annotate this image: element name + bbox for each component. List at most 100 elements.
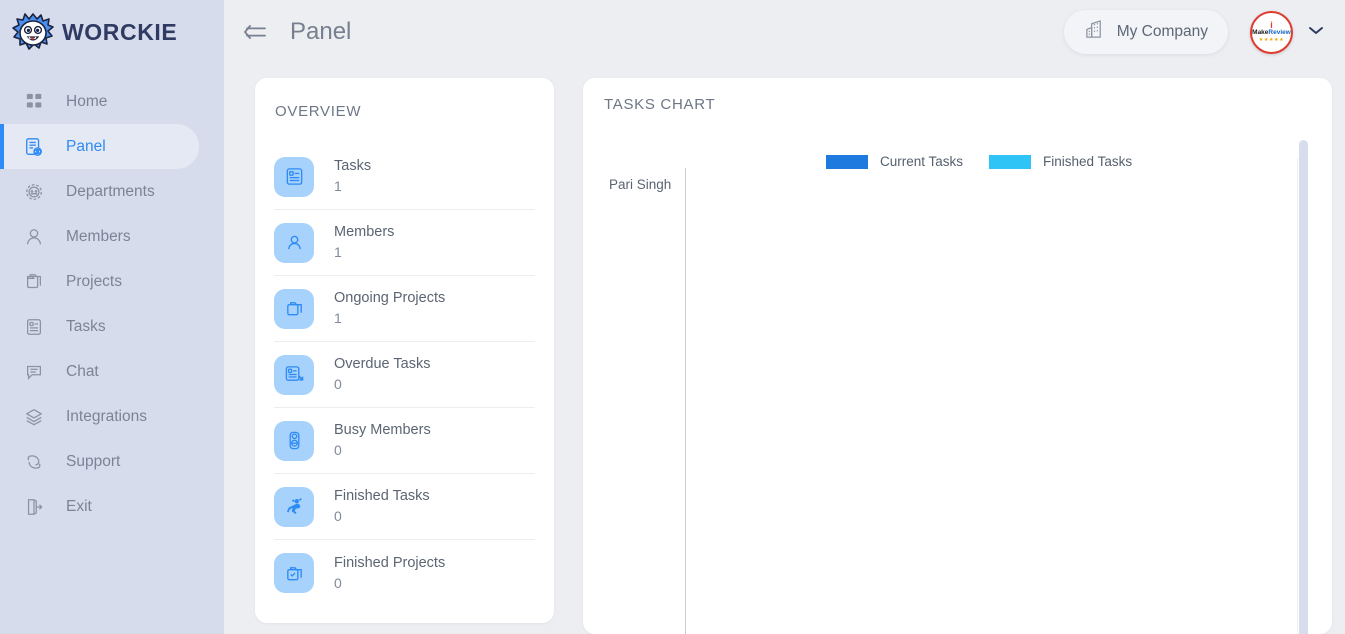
list-item-value: 0: [334, 508, 342, 524]
chart-category-label: Pari Singh: [609, 177, 672, 192]
person-icon: [20, 223, 48, 251]
list-item-label: Finished Projects: [334, 554, 446, 571]
chart-scroll-track: [1297, 158, 1298, 634]
list-item[interactable]: Finished Tasks 0: [274, 474, 535, 540]
back-arrow-icon[interactable]: [238, 17, 272, 47]
list-item-value: 0: [334, 574, 342, 591]
company-label: My Company: [1116, 23, 1208, 40]
page-title: Panel: [290, 18, 352, 45]
list-item-label: Busy Members: [334, 422, 431, 438]
legend-swatch: [826, 154, 868, 169]
sidebar-item-projects[interactable]: Projects: [0, 259, 224, 304]
list-item-label: Finished Tasks: [334, 488, 430, 504]
list-item-text: Busy Members 0: [334, 421, 431, 460]
list-item-value: 0: [334, 442, 342, 458]
header: Panel My Company i MakeReview ★★★★★: [224, 0, 1345, 64]
app-root: WORCKIE Home Panel Departments Members P…: [0, 0, 1345, 634]
overview-title: OVERVIEW: [275, 103, 362, 120]
grid-icon: [20, 88, 48, 116]
chat-bubble-icon: [20, 358, 48, 386]
list-item-value: 1: [334, 244, 342, 260]
avatar-brand: MakeReview: [1252, 29, 1291, 37]
sidebar-item-label: Projects: [66, 272, 122, 290]
brand[interactable]: WORCKIE: [0, 0, 224, 64]
sidebar-item-label: Chat: [66, 362, 99, 380]
avatar[interactable]: i MakeReview ★★★★★: [1250, 10, 1293, 54]
chart-y-axis-line: [685, 168, 686, 634]
company-selector-button[interactable]: My Company: [1063, 10, 1228, 54]
legend-swatch: [989, 154, 1032, 169]
list-item-text: Finished Projects 0: [334, 554, 445, 593]
sidebar-item-chat[interactable]: Chat: [0, 349, 224, 394]
sidebar-item-label: Integrations: [66, 407, 147, 425]
sidebar-item-label: Support: [66, 452, 121, 470]
sidebar: WORCKIE Home Panel Departments Members P…: [0, 0, 224, 634]
task-overdue-icon: [274, 354, 314, 395]
list-item-text: Ongoing Projects 1: [334, 289, 445, 328]
sidebar-item-tasks[interactable]: Tasks: [0, 304, 224, 349]
legend-label: Finished Tasks: [1043, 154, 1133, 169]
list-item[interactable]: Finished Projects 0: [274, 540, 535, 606]
overview-card: OVERVIEW Tasks 1 Members 1 Ongoing Proje…: [255, 78, 554, 623]
header-right: My Company i MakeReview ★★★★★: [1063, 10, 1325, 54]
folder-icon: [20, 268, 48, 296]
list-item-label: Tasks: [334, 158, 372, 174]
list-item-value: 1: [334, 310, 342, 326]
avatar-stars: ★★★★★: [1258, 37, 1285, 43]
runner-icon: [274, 486, 314, 527]
sidebar-item-panel[interactable]: Panel: [0, 124, 199, 169]
list-item-text: Members 1: [334, 223, 394, 262]
chart-legend: Current Tasks Finished Tasks: [826, 154, 1158, 169]
list-item[interactable]: Members 1: [274, 210, 535, 276]
sidebar-item-label: Panel: [66, 137, 106, 155]
tasks-chart-card: TASKS CHART Current Tasks Finished Tasks…: [583, 78, 1332, 634]
departments-icon: [20, 178, 48, 206]
sidebar-item-departments[interactable]: Departments: [0, 169, 224, 214]
folder-icon: [274, 288, 314, 329]
exit-door-icon: [20, 493, 48, 521]
legend-item-current-tasks[interactable]: Current Tasks: [826, 154, 963, 169]
avatar-review: Review: [1268, 29, 1291, 36]
list-item-label: Ongoing Projects: [334, 290, 446, 306]
list-item[interactable]: Ongoing Projects 1: [274, 276, 535, 342]
sidebar-item-label: Departments: [66, 182, 155, 200]
chevron-down-icon[interactable]: [1307, 23, 1325, 41]
sidebar-item-label: Tasks: [66, 317, 106, 335]
list-item-text: Tasks 1: [334, 157, 371, 196]
avatar-make: Make: [1252, 29, 1269, 36]
task-list-icon: [20, 313, 48, 341]
list-item-value: 0: [334, 376, 342, 392]
chart-title: TASKS CHART: [604, 96, 716, 113]
folder-check-icon: [274, 553, 314, 593]
chart-scrollbar[interactable]: [1299, 140, 1308, 634]
sidebar-nav: Home Panel Departments Members Projects …: [0, 79, 224, 529]
sidebar-item-exit[interactable]: Exit: [0, 484, 224, 529]
worckie-mascot-logo-icon: [10, 10, 56, 54]
chart-plot-area: Pari Singh: [583, 168, 1332, 634]
list-item[interactable]: Tasks 1: [274, 144, 535, 210]
sidebar-item-home[interactable]: Home: [0, 79, 224, 124]
avatar-i: i: [1270, 20, 1273, 30]
person-icon: [274, 222, 314, 263]
sidebar-item-label: Home: [66, 92, 108, 110]
support-icon: [20, 448, 48, 476]
sidebar-item-support[interactable]: Support: [0, 439, 224, 484]
sidebar-item-integrations[interactable]: Integrations: [0, 394, 224, 439]
list-item-label: Overdue Tasks: [334, 356, 431, 372]
sidebar-item-label: Members: [66, 227, 131, 245]
list-item-label: Members: [334, 224, 395, 240]
list-item-text: Finished Tasks 0: [334, 487, 430, 526]
do-not-disturb-icon: [274, 420, 314, 461]
list-item[interactable]: Overdue Tasks 0: [274, 342, 535, 408]
overview-list: Tasks 1 Members 1 Ongoing Projects 1 Ove…: [274, 144, 535, 606]
legend-item-finished-tasks[interactable]: Finished Tasks: [989, 154, 1132, 169]
list-item[interactable]: Busy Members 0: [274, 408, 535, 474]
list-item-value: 1: [334, 178, 342, 194]
task-list-icon: [274, 156, 314, 197]
layers-icon: [20, 403, 48, 431]
sidebar-item-members[interactable]: Members: [0, 214, 224, 259]
brand-name: WORCKIE: [62, 18, 178, 45]
building-icon: [1084, 19, 1105, 45]
legend-label: Current Tasks: [880, 154, 964, 169]
sidebar-item-label: Exit: [66, 497, 92, 515]
